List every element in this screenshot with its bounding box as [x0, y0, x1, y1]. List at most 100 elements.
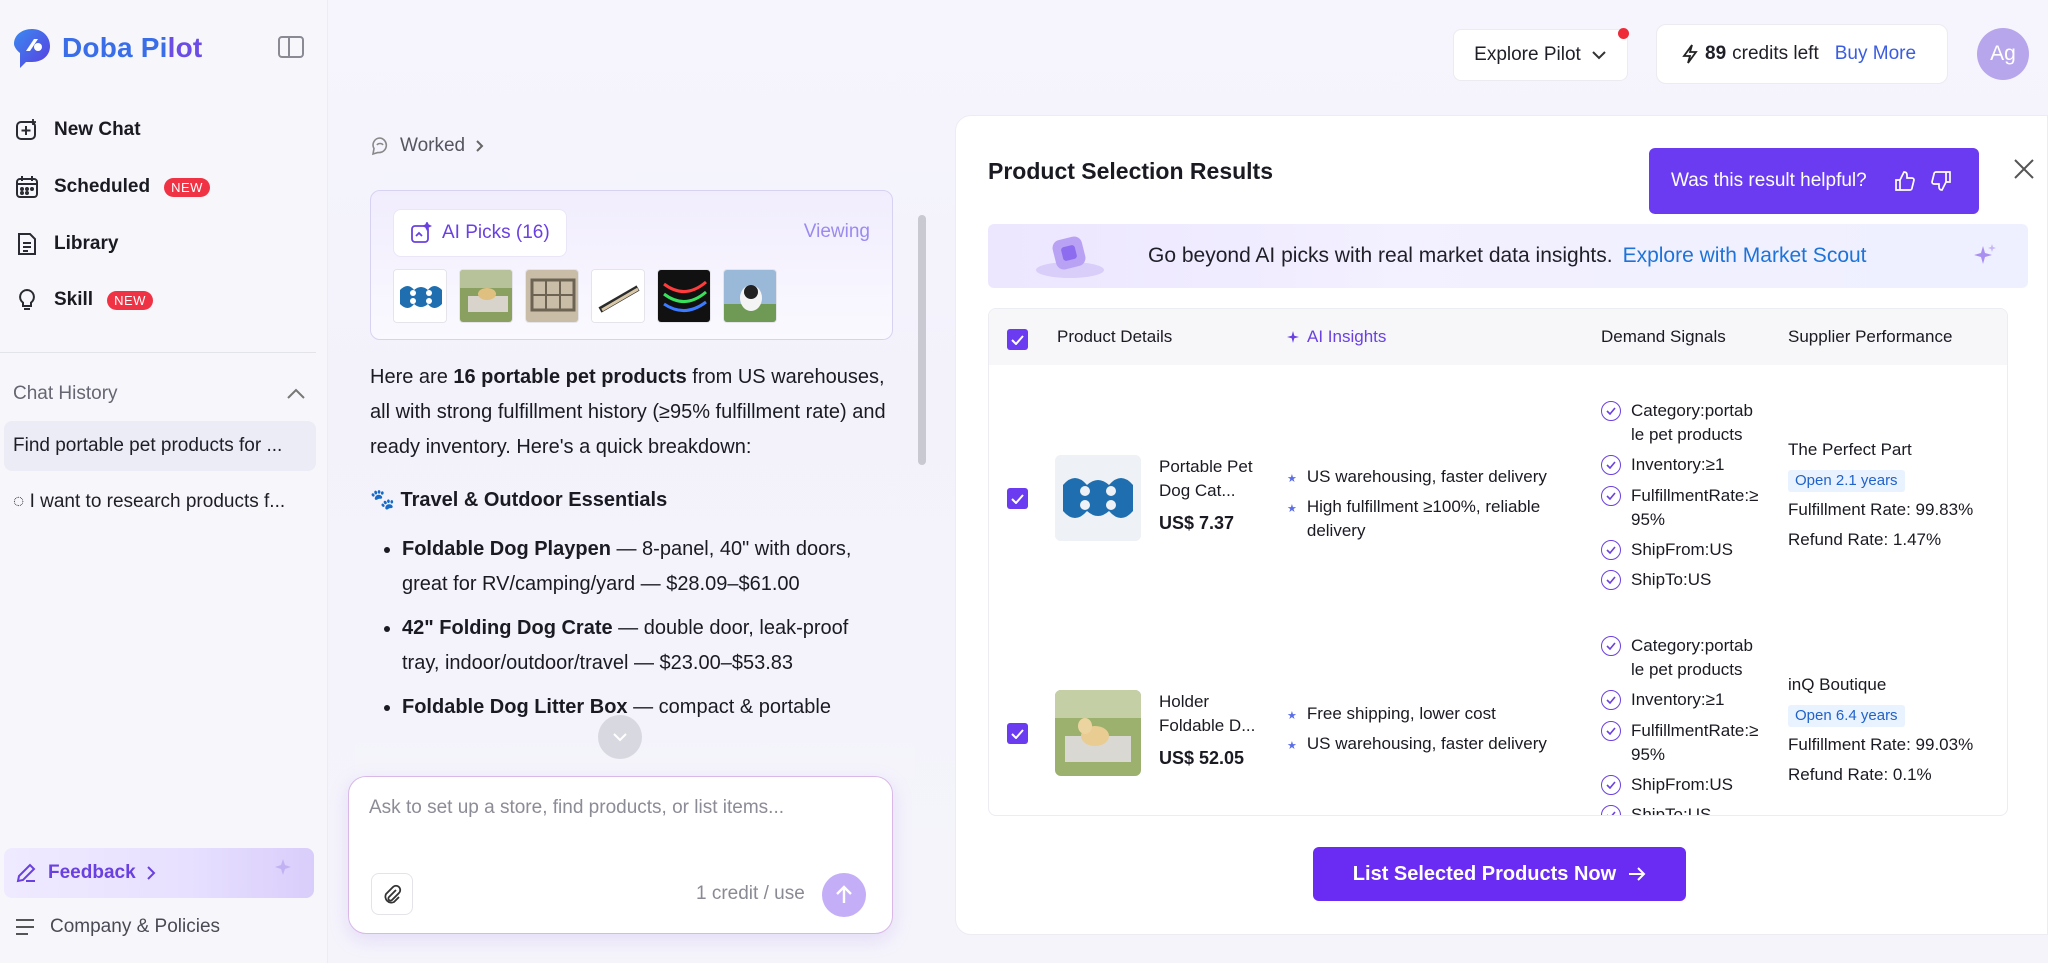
explore-pilot-dropdown[interactable]: Explore Pilot [1453, 29, 1628, 81]
credits-indicator: 89 credits left Buy More [1656, 24, 1948, 84]
table-row: Portable Pet Dog Cat... US$ 7.37 ★ US war… [989, 385, 2007, 625]
sidebar-toggle-icon[interactable] [278, 36, 304, 58]
signal-item: ShipTo:US [1601, 568, 1761, 592]
supplier-name[interactable]: The Perfect Part [1788, 435, 1998, 465]
market-scout-icon [1036, 236, 1104, 278]
paperclip-icon [384, 884, 402, 904]
product-thumbnail[interactable] [591, 269, 645, 323]
product-thumbnail[interactable] [459, 269, 513, 323]
select-all-checkbox[interactable] [1007, 329, 1028, 350]
history-item[interactable]: Find portable pet products for ... [4, 421, 316, 471]
ai-picks-pill[interactable]: AI Picks (16) [393, 209, 567, 257]
row-checkbox[interactable] [1007, 723, 1028, 744]
menu-lines-icon [16, 919, 34, 935]
list-selected-products-button[interactable]: List Selected Products Now [1313, 847, 1686, 901]
supplier-name[interactable]: inQ Boutique [1788, 670, 1998, 700]
col-demand-signals[interactable]: Demand Signals [1601, 327, 1726, 347]
product-thumbnail[interactable] [723, 269, 777, 323]
chat-input[interactable] [369, 797, 869, 819]
thinking-icon [371, 137, 388, 156]
check-circle-icon [1601, 775, 1621, 795]
viewing-status: Viewing [803, 221, 870, 242]
doba-logo-icon [14, 29, 50, 68]
supplier-info: inQ Boutique Open 6.4 years Fulfillment … [1788, 670, 1998, 790]
signal-item: ShipFrom:US [1601, 538, 1761, 562]
nav-scheduled[interactable]: Scheduled NEW [14, 174, 210, 200]
chat-scrollbar[interactable] [918, 215, 926, 465]
helpful-prompt: Was this result helpful? [1649, 148, 1979, 214]
company-policies-link[interactable]: Company & Policies [14, 916, 220, 938]
section-heading: 🐾 Travel & Outdoor Essentials [370, 489, 668, 511]
feedback-button[interactable]: Feedback [4, 848, 314, 898]
lightning-icon [1682, 44, 1698, 64]
product-image[interactable] [1055, 455, 1141, 541]
product-image[interactable] [1055, 690, 1141, 776]
nav-skill[interactable]: Skill NEW [14, 287, 153, 313]
sparkle-icon [1974, 244, 1996, 264]
product-thumbnail[interactable] [657, 269, 711, 323]
send-button[interactable] [822, 873, 866, 917]
panel-title: Product Selection Results [988, 158, 1274, 184]
intro-paragraph: Here are 16 portable pet products from U… [370, 366, 886, 458]
results-panel: Product Selection Results Was this resul… [955, 115, 2048, 935]
product-name[interactable]: Portable Pet Dog Cat... [1159, 455, 1269, 503]
insight-item: ★ US warehousing, faster delivery [1287, 465, 1577, 491]
market-scout-banner: Go beyond AI picks with real market data… [988, 224, 2028, 288]
product-name[interactable]: Holder Foldable D... [1159, 690, 1269, 738]
col-product-details[interactable]: Product Details [1057, 327, 1172, 347]
arrow-right-icon [1629, 867, 1646, 881]
new-badge: NEW [107, 290, 153, 310]
refund-rate: Refund Rate: 1.47% [1788, 530, 1942, 549]
chat-history-header[interactable]: Chat History [13, 383, 306, 405]
credits-count: 89 [1705, 43, 1727, 64]
attach-button[interactable] [371, 873, 413, 915]
signal-item: FulfillmentRate:≥ 95% [1601, 719, 1761, 767]
company-label: Company & Policies [50, 916, 221, 937]
fulfillment-rate: Fulfillment Rate: 99.83% [1788, 500, 1974, 519]
worked-label: Worked [400, 135, 466, 156]
list-item: Foldable Dog Litter Box — compact & port… [402, 690, 890, 725]
picks-thumbnails [393, 269, 777, 323]
supplier-info: The Perfect Part Open 2.1 years Fulfillm… [1788, 435, 1998, 555]
sparkle-icon [275, 859, 291, 875]
star-icon: ★ [1287, 740, 1297, 752]
row-checkbox[interactable] [1007, 488, 1028, 509]
check-circle-icon [1601, 570, 1621, 590]
scroll-down-button[interactable] [598, 715, 642, 759]
market-scout-link[interactable]: Explore with Market Scout [1623, 244, 1867, 267]
ai-picks-icon [411, 222, 432, 243]
explore-label: Explore Pilot [1474, 44, 1581, 65]
col-ai-insights[interactable]: AI Insights [1287, 327, 1386, 347]
nav-label: Skill [54, 289, 94, 310]
star-icon: ★ [1287, 503, 1297, 515]
col-supplier-performance[interactable]: Supplier Performance [1788, 327, 1952, 347]
product-thumbnail[interactable] [393, 269, 447, 323]
product-thumbnail[interactable] [525, 269, 579, 323]
history-item[interactable]: ◌ I want to research products f... [4, 477, 316, 527]
sidebar: Doba Pilot New Chat Scheduled NEW Librar… [0, 0, 328, 963]
nav-new-chat[interactable]: New Chat [14, 117, 141, 143]
check-circle-icon [1601, 540, 1621, 560]
thumbs-up-icon[interactable] [1893, 170, 1915, 192]
calendar-icon [16, 176, 38, 198]
nav-library[interactable]: Library [14, 231, 118, 257]
avatar[interactable]: Ag [1977, 28, 2029, 80]
ai-picks-card[interactable]: AI Picks (16) Viewing [370, 190, 893, 340]
worked-toggle[interactable]: Worked [370, 135, 484, 157]
chevron-up-icon [287, 388, 305, 399]
buy-more-link[interactable]: Buy More [1835, 43, 1916, 65]
thumbs-down-icon[interactable] [1930, 170, 1953, 192]
logo[interactable]: Doba Pilot [12, 27, 202, 69]
close-icon[interactable] [2011, 156, 2037, 182]
star-icon: ★ [1287, 710, 1297, 722]
banner-text: Go beyond AI picks with real market data… [1148, 244, 1867, 267]
star-icon: ★ [1287, 473, 1297, 485]
list-button-label: List Selected Products Now [1352, 862, 1617, 885]
signal-item: Category:portab le pet products [1601, 399, 1761, 447]
library-icon [18, 233, 36, 255]
new-chat-icon [16, 119, 36, 140]
product-price: US$ 7.37 [1159, 513, 1235, 533]
helpful-label: Was this result helpful? [1671, 170, 1867, 191]
insight-item: ★ US warehousing, faster delivery [1287, 732, 1577, 758]
signal-item: Inventory:≥1 [1601, 688, 1761, 712]
